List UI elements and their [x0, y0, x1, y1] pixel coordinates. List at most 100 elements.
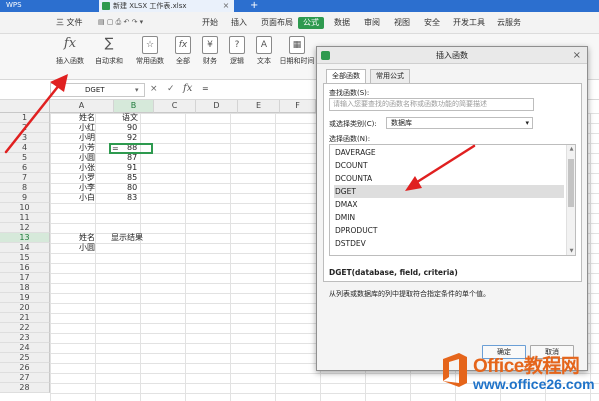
- autosum-button[interactable]: ∑ 自动求和: [92, 36, 126, 66]
- row-header[interactable]: 23: [0, 333, 50, 343]
- cell-score[interactable]: 90: [127, 123, 137, 133]
- list-item[interactable]: DMIN: [334, 211, 564, 224]
- scroll-down-icon[interactable]: ▼: [568, 248, 575, 254]
- cell-score[interactable]: 87: [127, 153, 137, 163]
- logical-button[interactable]: ? 逻辑: [226, 36, 248, 66]
- cell-b12[interactable]: 显示结果: [111, 233, 143, 243]
- active-cell-b13[interactable]: =: [109, 143, 153, 154]
- common-functions-button[interactable]: ☆ 常用函数: [131, 36, 169, 66]
- row-header[interactable]: 2: [0, 123, 50, 133]
- close-icon[interactable]: ×: [573, 47, 581, 64]
- category-select[interactable]: 数据库 ▾: [386, 117, 533, 129]
- confirm-edit-icon[interactable]: ✓: [167, 84, 175, 94]
- row-header[interactable]: 16: [0, 263, 50, 273]
- menu-home[interactable]: 开始: [202, 17, 218, 29]
- cell-name[interactable]: 小圆: [79, 153, 95, 163]
- column-header[interactable]: D: [196, 100, 238, 113]
- row-header[interactable]: 4: [0, 143, 50, 153]
- chevron-down-icon[interactable]: ▾: [135, 83, 139, 97]
- cancel-edit-icon[interactable]: ×: [150, 84, 158, 94]
- list-item[interactable]: DMAX: [334, 198, 564, 211]
- menu-security[interactable]: 安全: [424, 17, 440, 29]
- menu-developer[interactable]: 开发工具: [453, 17, 485, 29]
- financial-button[interactable]: ¥ 财务: [199, 36, 221, 66]
- menu-insert[interactable]: 插入: [231, 17, 247, 29]
- cell-name[interactable]: 小芳: [79, 143, 95, 153]
- cell-b1[interactable]: 语文: [122, 113, 138, 123]
- tab-all-functions[interactable]: 全部函数: [326, 69, 366, 84]
- text-button[interactable]: A 文本: [253, 36, 275, 66]
- cell-score[interactable]: 85: [127, 173, 137, 183]
- all-functions-button[interactable]: fx 全部: [172, 36, 194, 66]
- menu-formula[interactable]: 公式: [298, 17, 324, 29]
- insert-function-button[interactable]: fx 插入函数: [53, 36, 87, 66]
- row-header[interactable]: 6: [0, 163, 50, 173]
- row-header[interactable]: 7: [0, 173, 50, 183]
- list-item[interactable]: DCOUNT: [334, 159, 564, 172]
- list-item[interactable]: DPRODUCT: [334, 224, 564, 237]
- column-header[interactable]: A: [50, 100, 114, 113]
- column-header[interactable]: F: [280, 100, 316, 113]
- row-header[interactable]: 15: [0, 253, 50, 263]
- cell-name[interactable]: 小罗: [79, 173, 95, 183]
- cell-name[interactable]: 小张: [79, 163, 95, 173]
- cell-score[interactable]: 80: [127, 183, 137, 193]
- new-tab-button[interactable]: +: [250, 0, 258, 12]
- row-header[interactable]: 25: [0, 353, 50, 363]
- row-header[interactable]: 1: [0, 113, 50, 123]
- date-time-button[interactable]: ▦ 日期和时间: [279, 36, 315, 66]
- menu-cloud[interactable]: 云服务: [497, 17, 521, 29]
- row-header[interactable]: 18: [0, 283, 50, 293]
- tab-common-formulas[interactable]: 常用公式: [370, 69, 410, 83]
- list-item[interactable]: DCOUNTA: [334, 172, 564, 185]
- cell-name[interactable]: 小李: [79, 183, 95, 193]
- function-list[interactable]: DAVERAGE DCOUNT DCOUNTA DGET DMAX DMIN D…: [329, 144, 576, 256]
- row-header[interactable]: 26: [0, 363, 50, 373]
- cell-score[interactable]: 92: [127, 133, 137, 143]
- cell-name[interactable]: 小白: [79, 193, 95, 203]
- row-header[interactable]: 12: [0, 223, 50, 233]
- scroll-up-icon[interactable]: ▲: [568, 146, 575, 152]
- function-search-input[interactable]: 请输入您要查找的函数名称或函数功能的简要描述: [329, 98, 534, 111]
- function-list-scrollbar[interactable]: ▲ ▼: [566, 145, 575, 255]
- menu-review[interactable]: 审阅: [364, 17, 380, 29]
- row-header[interactable]: 27: [0, 373, 50, 383]
- quick-access-icons[interactable]: ▤ ▢ ⎙ ↶ ↷ ▾: [98, 18, 143, 27]
- name-box[interactable]: DGET: [50, 83, 145, 97]
- row-header[interactable]: 5: [0, 153, 50, 163]
- row-header[interactable]: 8: [0, 183, 50, 193]
- row-header[interactable]: 20: [0, 303, 50, 313]
- menu-page-layout[interactable]: 页面布局: [261, 17, 293, 29]
- list-item[interactable]: DSTDEV: [334, 237, 564, 250]
- row-header[interactable]: 10: [0, 203, 50, 213]
- list-item-selected[interactable]: DGET: [334, 185, 564, 198]
- row-header[interactable]: 13: [0, 233, 50, 243]
- cell-score[interactable]: 83: [127, 193, 137, 203]
- row-header[interactable]: 24: [0, 343, 50, 353]
- menu-data[interactable]: 数据: [334, 17, 350, 29]
- dialog-title-bar[interactable]: 插入函数 ×: [317, 47, 587, 64]
- cell-name[interactable]: 小红: [79, 123, 95, 133]
- cell-a12[interactable]: 姓名: [79, 233, 95, 243]
- menu-file[interactable]: 三 文件: [56, 17, 83, 29]
- row-header[interactable]: 14: [0, 243, 50, 253]
- cell-a1[interactable]: 姓名: [79, 113, 95, 123]
- row-header[interactable]: 17: [0, 273, 50, 283]
- column-header[interactable]: E: [238, 100, 280, 113]
- row-header[interactable]: 22: [0, 323, 50, 333]
- formula-input[interactable]: =: [202, 84, 209, 93]
- row-header[interactable]: 19: [0, 293, 50, 303]
- row-header[interactable]: 11: [0, 213, 50, 223]
- cell-name[interactable]: 小明: [79, 133, 95, 143]
- column-header[interactable]: B: [114, 100, 154, 113]
- menu-view[interactable]: 视图: [394, 17, 410, 29]
- fx-icon[interactable]: fx: [183, 83, 192, 94]
- scrollbar-thumb[interactable]: [568, 159, 574, 207]
- column-header[interactable]: C: [154, 100, 196, 113]
- list-item[interactable]: DAVERAGE: [334, 146, 564, 159]
- row-header[interactable]: 28: [0, 383, 50, 393]
- select-all-corner[interactable]: [0, 100, 50, 113]
- cell-a13[interactable]: 小圆: [79, 243, 95, 253]
- cell-score[interactable]: 91: [127, 163, 137, 173]
- row-header[interactable]: 3: [0, 133, 50, 143]
